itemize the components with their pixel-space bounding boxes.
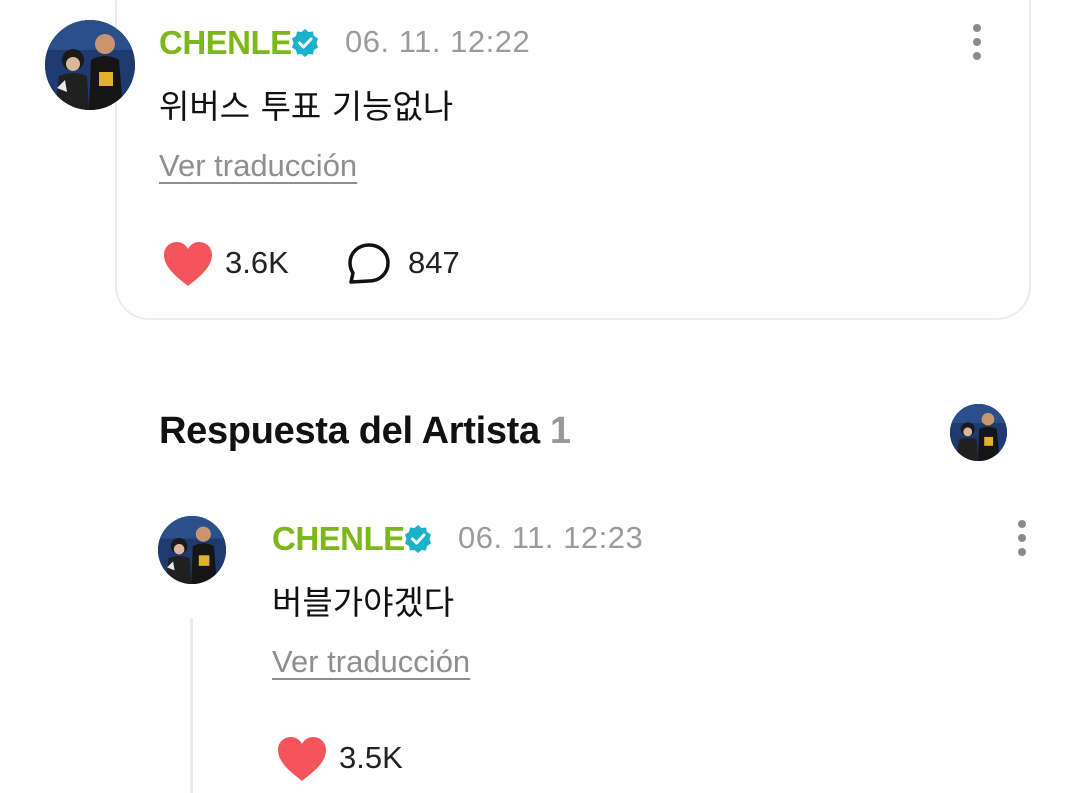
post-heart-icon[interactable] — [162, 240, 214, 288]
avatar-photo — [950, 404, 1007, 461]
reply-timestamp: 06. 11. 12:23 — [458, 520, 644, 555]
verified-badge-icon — [292, 29, 318, 57]
post-translate-link[interactable]: Ver traducción — [159, 148, 357, 184]
post-text: 위버스 투표 기능없나 — [159, 87, 454, 126]
artist-reply-heading: Respuesta del Artista 1 — [159, 410, 571, 453]
post-author-name[interactable]: CHENLE — [159, 24, 292, 62]
artist-reply-avatar[interactable] — [950, 404, 1007, 461]
reply-thread-line — [190, 618, 193, 793]
reply-author-avatar[interactable] — [158, 516, 226, 584]
post-author-avatar[interactable] — [45, 20, 135, 110]
post-timestamp: 06. 11. 12:22 — [345, 24, 531, 59]
reply-translate-link[interactable]: Ver traducción — [272, 644, 470, 680]
reply-heart-icon[interactable] — [276, 735, 328, 783]
comment-bubble-icon[interactable] — [346, 242, 392, 286]
avatar-photo — [158, 516, 226, 584]
avatar-photo — [45, 20, 135, 110]
reply-more-icon[interactable] — [1017, 520, 1027, 560]
reply-author-name[interactable]: CHENLE — [272, 520, 405, 558]
weverse-post-page: CHENLE 06. 11. 12:22 위버스 투표 기능없나 Ver tra… — [0, 0, 1079, 793]
reply-like-count: 3.5K — [339, 740, 403, 775]
artist-reply-count: 1 — [549, 410, 571, 452]
post-like-count: 3.6K — [225, 245, 289, 280]
post-more-icon[interactable] — [972, 24, 982, 64]
verified-badge-icon — [405, 525, 431, 553]
artist-reply-title: Respuesta del Artista — [159, 410, 540, 452]
reply-text: 버블가야겠다 — [272, 583, 455, 622]
post-comment-count: 847 — [408, 245, 460, 280]
